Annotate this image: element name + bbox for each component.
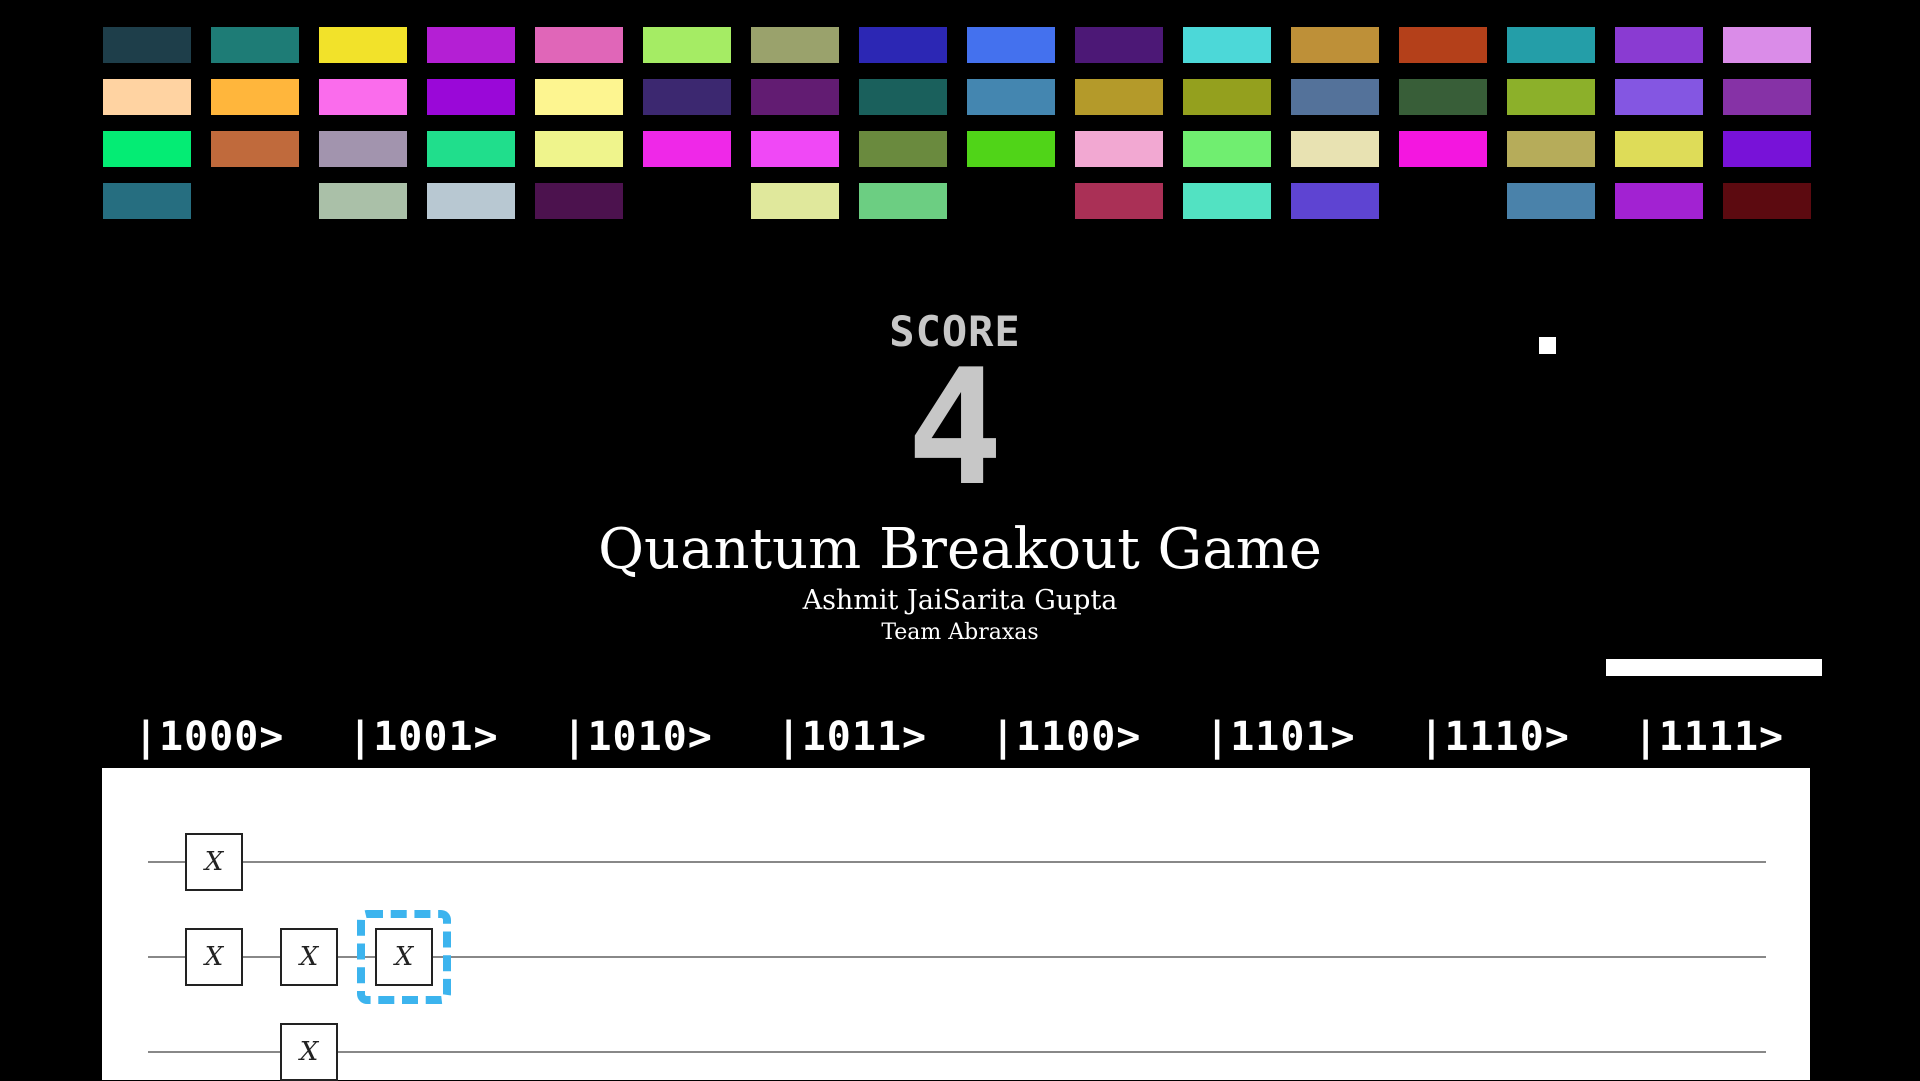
brick xyxy=(319,131,407,167)
basis-state-label: |1101> xyxy=(1205,714,1356,760)
x-gate[interactable]: X xyxy=(280,928,338,986)
brick xyxy=(1399,131,1487,167)
brick xyxy=(1291,131,1379,167)
brick xyxy=(535,27,623,63)
brick xyxy=(319,27,407,63)
basis-state-labels: |1000> |1001> |1010> |1011> |1100> |1101… xyxy=(102,712,1816,762)
score-value: 4 xyxy=(906,334,1004,521)
brick xyxy=(427,183,515,219)
basis-state-label: |1000> xyxy=(133,714,285,760)
brick xyxy=(1615,131,1703,167)
brick-wall xyxy=(0,0,1920,230)
brick xyxy=(1075,183,1163,219)
brick xyxy=(643,27,731,63)
brick xyxy=(1291,183,1379,219)
qubit-wire xyxy=(148,1051,1766,1053)
team-name: Team Abraxas xyxy=(881,620,1039,645)
brick xyxy=(1291,27,1379,63)
brick xyxy=(1075,27,1163,63)
brick xyxy=(859,183,947,219)
brick xyxy=(103,79,191,115)
brick xyxy=(103,27,191,63)
brick xyxy=(535,79,623,115)
brick xyxy=(211,131,299,167)
brick xyxy=(1723,131,1811,167)
brick xyxy=(1183,27,1271,63)
brick xyxy=(319,79,407,115)
qubit-wire xyxy=(148,861,1766,863)
brick xyxy=(1723,183,1811,219)
brick xyxy=(535,183,623,219)
brick xyxy=(1507,131,1595,167)
brick xyxy=(643,131,731,167)
brick xyxy=(1507,183,1595,219)
x-gate[interactable]: X xyxy=(185,833,243,891)
brick xyxy=(1723,79,1811,115)
brick xyxy=(103,131,191,167)
basis-state-label: |1111> xyxy=(1633,714,1785,760)
brick xyxy=(1183,183,1271,219)
basis-state-label: |1100> xyxy=(990,714,1142,760)
brick xyxy=(1615,27,1703,63)
brick xyxy=(427,27,515,63)
game-title: Quantum Breakout Game xyxy=(598,517,1322,582)
brick xyxy=(1399,79,1487,115)
brick xyxy=(1291,79,1379,115)
brick xyxy=(751,131,839,167)
brick xyxy=(1507,79,1595,115)
brick xyxy=(211,27,299,63)
brick xyxy=(427,131,515,167)
brick xyxy=(859,131,947,167)
brick xyxy=(1615,183,1703,219)
x-gate[interactable]: X xyxy=(375,928,433,986)
brick xyxy=(859,79,947,115)
brick xyxy=(859,27,947,63)
basis-state-label: |1011> xyxy=(776,714,928,760)
author-name: Ashmit JaiSarita Gupta xyxy=(802,585,1118,616)
brick xyxy=(643,79,731,115)
brick xyxy=(1507,27,1595,63)
brick xyxy=(967,79,1055,115)
brick xyxy=(1075,131,1163,167)
brick xyxy=(1615,79,1703,115)
brick xyxy=(319,183,407,219)
paddle[interactable] xyxy=(1606,659,1822,676)
x-gate[interactable]: X xyxy=(280,1023,338,1081)
brick xyxy=(1183,131,1271,167)
brick xyxy=(967,131,1055,167)
brick xyxy=(535,131,623,167)
brick xyxy=(1075,79,1163,115)
brick xyxy=(967,27,1055,63)
brick xyxy=(751,183,839,219)
brick xyxy=(1183,79,1271,115)
brick xyxy=(1399,27,1487,63)
basis-state-label: |1010> xyxy=(562,714,713,760)
brick xyxy=(211,79,299,115)
x-gate[interactable]: X xyxy=(185,928,243,986)
brick xyxy=(103,183,191,219)
quantum-circuit-panel[interactable]: XXXXX xyxy=(102,768,1810,1081)
ball xyxy=(1539,337,1556,354)
basis-state-label: |1110> xyxy=(1419,714,1570,760)
brick xyxy=(427,79,515,115)
brick xyxy=(1723,27,1811,63)
brick xyxy=(751,79,839,115)
brick xyxy=(751,27,839,63)
basis-state-label: |1001> xyxy=(348,714,499,760)
